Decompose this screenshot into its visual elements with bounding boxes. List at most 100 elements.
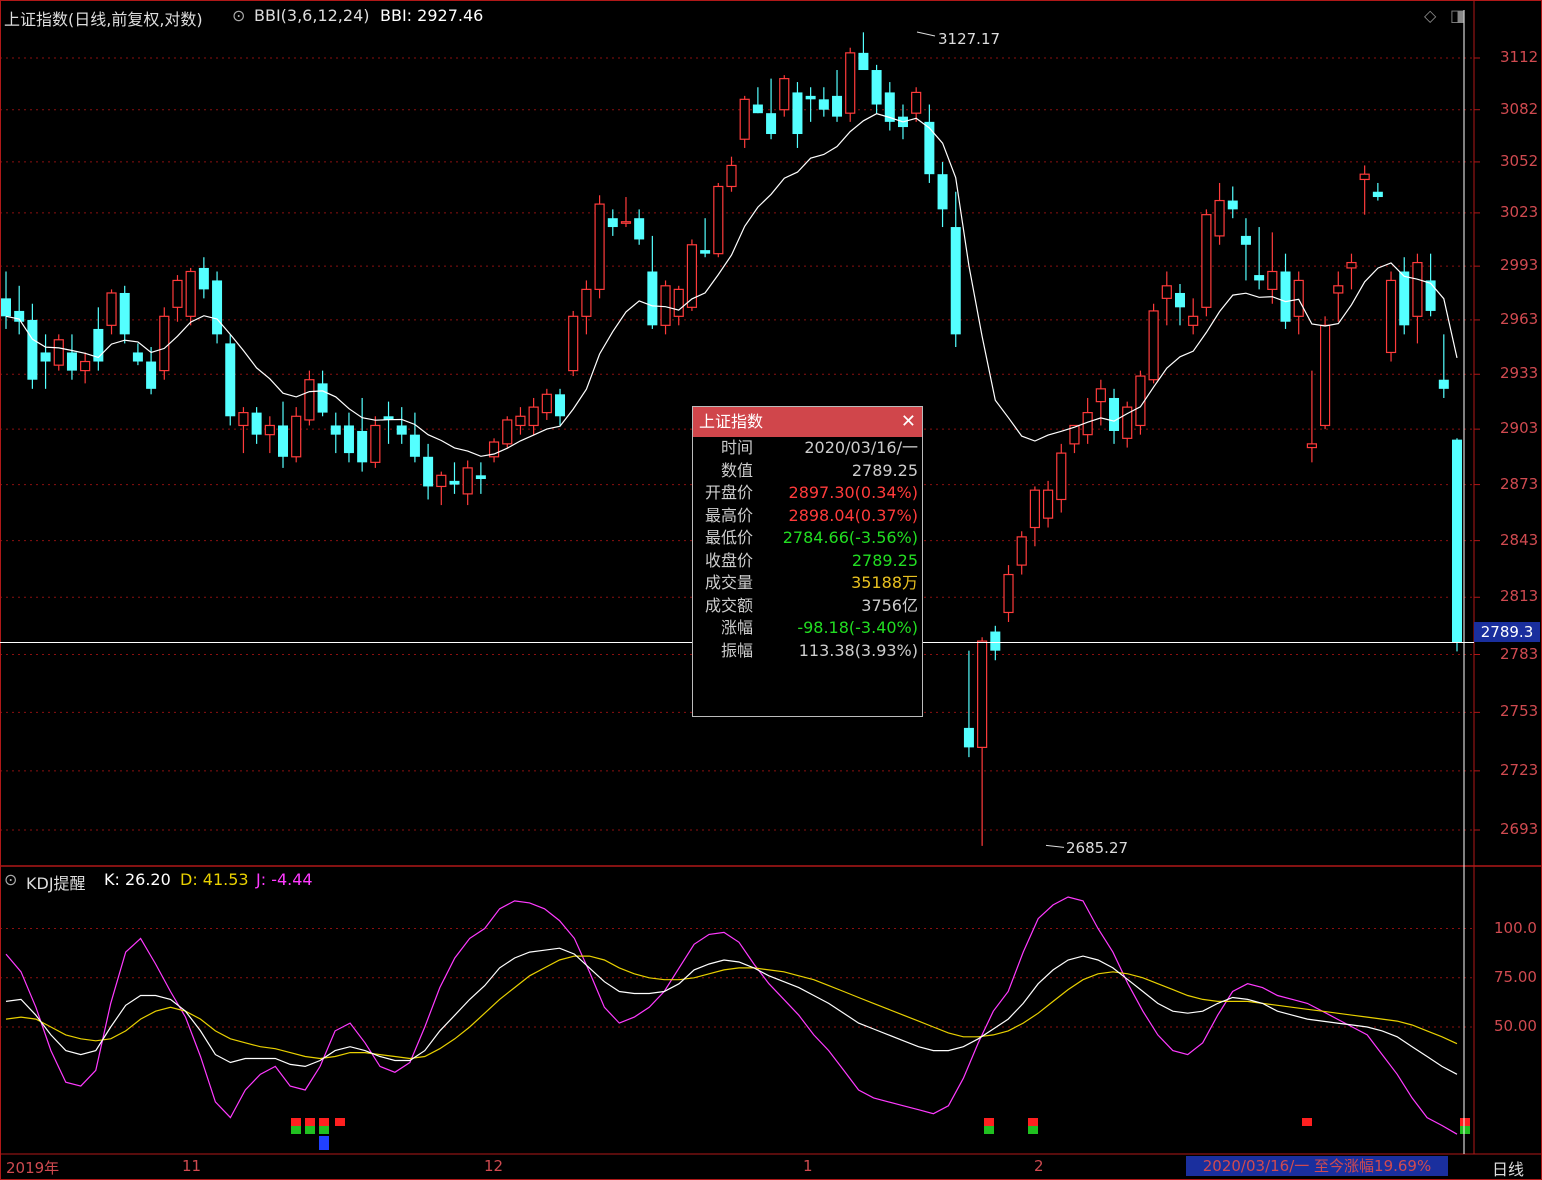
- kdj-signal-marks: [291, 1118, 1470, 1150]
- candle-body: [620, 221, 632, 224]
- candle-body: [14, 310, 25, 322]
- candle-body: [238, 412, 249, 427]
- candle-body: [581, 288, 592, 317]
- tooltip-row: 成交量 35188万: [693, 572, 922, 595]
- tooltip-row: 涨幅 -98.18(-3.40%): [693, 617, 922, 640]
- kdj-k-value: K: 26.20: [104, 870, 171, 889]
- range-gain-tag: 2020/03/16/一 至今涨幅19.69%: [1186, 1156, 1448, 1176]
- candle-body: [1293, 279, 1304, 317]
- tooltip-title-bar[interactable]: 上证指数 ✕: [693, 407, 922, 437]
- candle-body: [990, 631, 1001, 651]
- tooltip-value: 2898.04(0.37%): [788, 505, 918, 525]
- candle-body: [963, 727, 974, 748]
- candle-body: [1003, 573, 1014, 614]
- kdj-axis-label: 100.0: [1494, 918, 1537, 937]
- x-label-feb: 2: [1034, 1157, 1044, 1175]
- candle-body: [700, 250, 711, 254]
- tooltip-label: 成交量: [704, 573, 753, 592]
- candle-body: [766, 113, 777, 135]
- tooltip-row: 数值 2789.25: [693, 460, 922, 483]
- candle-body: [1254, 275, 1265, 281]
- tooltip-label: 成交额: [704, 595, 753, 615]
- tooltip-row: 时间 2020/03/16/一: [693, 437, 922, 460]
- candle-body: [739, 98, 750, 140]
- candle-body: [502, 419, 513, 445]
- candle-body: [1240, 235, 1251, 245]
- candle-body: [396, 425, 407, 435]
- candle-body: [1161, 285, 1172, 299]
- price-axis-label: 2963: [1500, 309, 1539, 328]
- candle-body: [1280, 271, 1291, 322]
- candle-body: [805, 95, 816, 100]
- close-icon[interactable]: ✕: [901, 407, 916, 437]
- signal-mark: [1028, 1126, 1038, 1134]
- candle-body: [515, 415, 526, 427]
- price-axis-label: 3112: [1500, 48, 1539, 66]
- candle-body: [53, 339, 64, 366]
- tooltip-label: 数值: [720, 460, 753, 480]
- tooltip-value: 2789.25: [851, 460, 918, 480]
- kdj-toggle-icon[interactable]: ⊙: [4, 870, 17, 889]
- candle-body: [1372, 191, 1383, 198]
- candle-body: [1148, 310, 1159, 381]
- candle-body: [172, 279, 183, 308]
- candle-body: [1135, 375, 1146, 427]
- signal-mark: [984, 1126, 994, 1134]
- price-axis-label: 2873: [1500, 474, 1539, 493]
- candle-body: [264, 424, 275, 436]
- price-axis-label: 2783: [1500, 644, 1539, 663]
- candle-body: [1333, 285, 1344, 294]
- signal-mark: [291, 1126, 301, 1134]
- candle-body: [304, 379, 315, 421]
- candle-body: [726, 164, 737, 188]
- tooltip-value: -98.18(-3.40%): [797, 618, 918, 637]
- candle-body: [1399, 271, 1410, 326]
- bbi-value: BBI: 2927.46: [380, 6, 484, 25]
- kdj-name: KDJ提醒: [26, 874, 86, 893]
- candle-body: [1227, 200, 1238, 210]
- tooltip-value: 2789.25: [851, 550, 918, 570]
- high-annotation: 3127.17: [938, 30, 1001, 48]
- kdj-lines: [5, 896, 1458, 1135]
- candle-body: [1109, 397, 1120, 431]
- tooltip-label: 最低价: [704, 528, 753, 547]
- price-axis-label: 2723: [1500, 760, 1539, 779]
- candle-body: [423, 456, 434, 487]
- signal-mark: [1460, 1118, 1470, 1126]
- candle-body: [132, 352, 143, 362]
- candle-body: [80, 360, 91, 372]
- kdj-axis-label: 50.00: [1494, 1017, 1537, 1035]
- candle-body: [871, 70, 882, 105]
- data-tooltip: 上证指数 ✕ 时间 2020/03/16/一 数值 2789.25 开盘价 2897.30…: [692, 406, 923, 717]
- price-axis-label: 2753: [1500, 702, 1539, 721]
- price-axis-label: 2903: [1500, 419, 1539, 438]
- low-annotation: 2685.27: [1066, 839, 1129, 857]
- candle-body: [1056, 452, 1067, 501]
- candle-body: [792, 92, 803, 135]
- tooltip-value: 2784.66(-3.56%): [782, 528, 918, 547]
- candle-body: [1385, 279, 1397, 354]
- candle-body: [475, 475, 486, 480]
- candle-body: [1425, 280, 1436, 311]
- indicator-toggle-icon[interactable]: ⊙: [232, 6, 245, 25]
- candle-body: [818, 99, 829, 110]
- tooltip-value: 3756亿: [861, 595, 918, 615]
- current-price-tag: 2789.3: [1474, 622, 1540, 642]
- x-label-jan: 1: [803, 1157, 813, 1175]
- period-button[interactable]: 日线: [1492, 1156, 1524, 1180]
- signal-mark: [319, 1142, 329, 1150]
- candle-body: [1, 298, 11, 317]
- panel-toggle-icon[interactable]: ◨: [1450, 6, 1465, 25]
- diamond-icon[interactable]: ◇: [1424, 6, 1436, 25]
- candle-body: [449, 480, 460, 485]
- tooltip-body: 时间 2020/03/16/一 数值 2789.25 开盘价 2897.30(0.34%)…: [693, 437, 922, 662]
- signal-mark: [335, 1118, 345, 1126]
- low-marker: [1045, 844, 1065, 848]
- candle-body: [845, 52, 856, 114]
- candle-body: [832, 95, 843, 117]
- tooltip-row: 最低价 2784.66(-3.56%): [693, 527, 922, 550]
- tooltip-title: 上证指数: [699, 412, 764, 431]
- price-axis-label: 2813: [1500, 587, 1539, 606]
- candle-body: [330, 425, 341, 435]
- candle-body: [528, 406, 539, 427]
